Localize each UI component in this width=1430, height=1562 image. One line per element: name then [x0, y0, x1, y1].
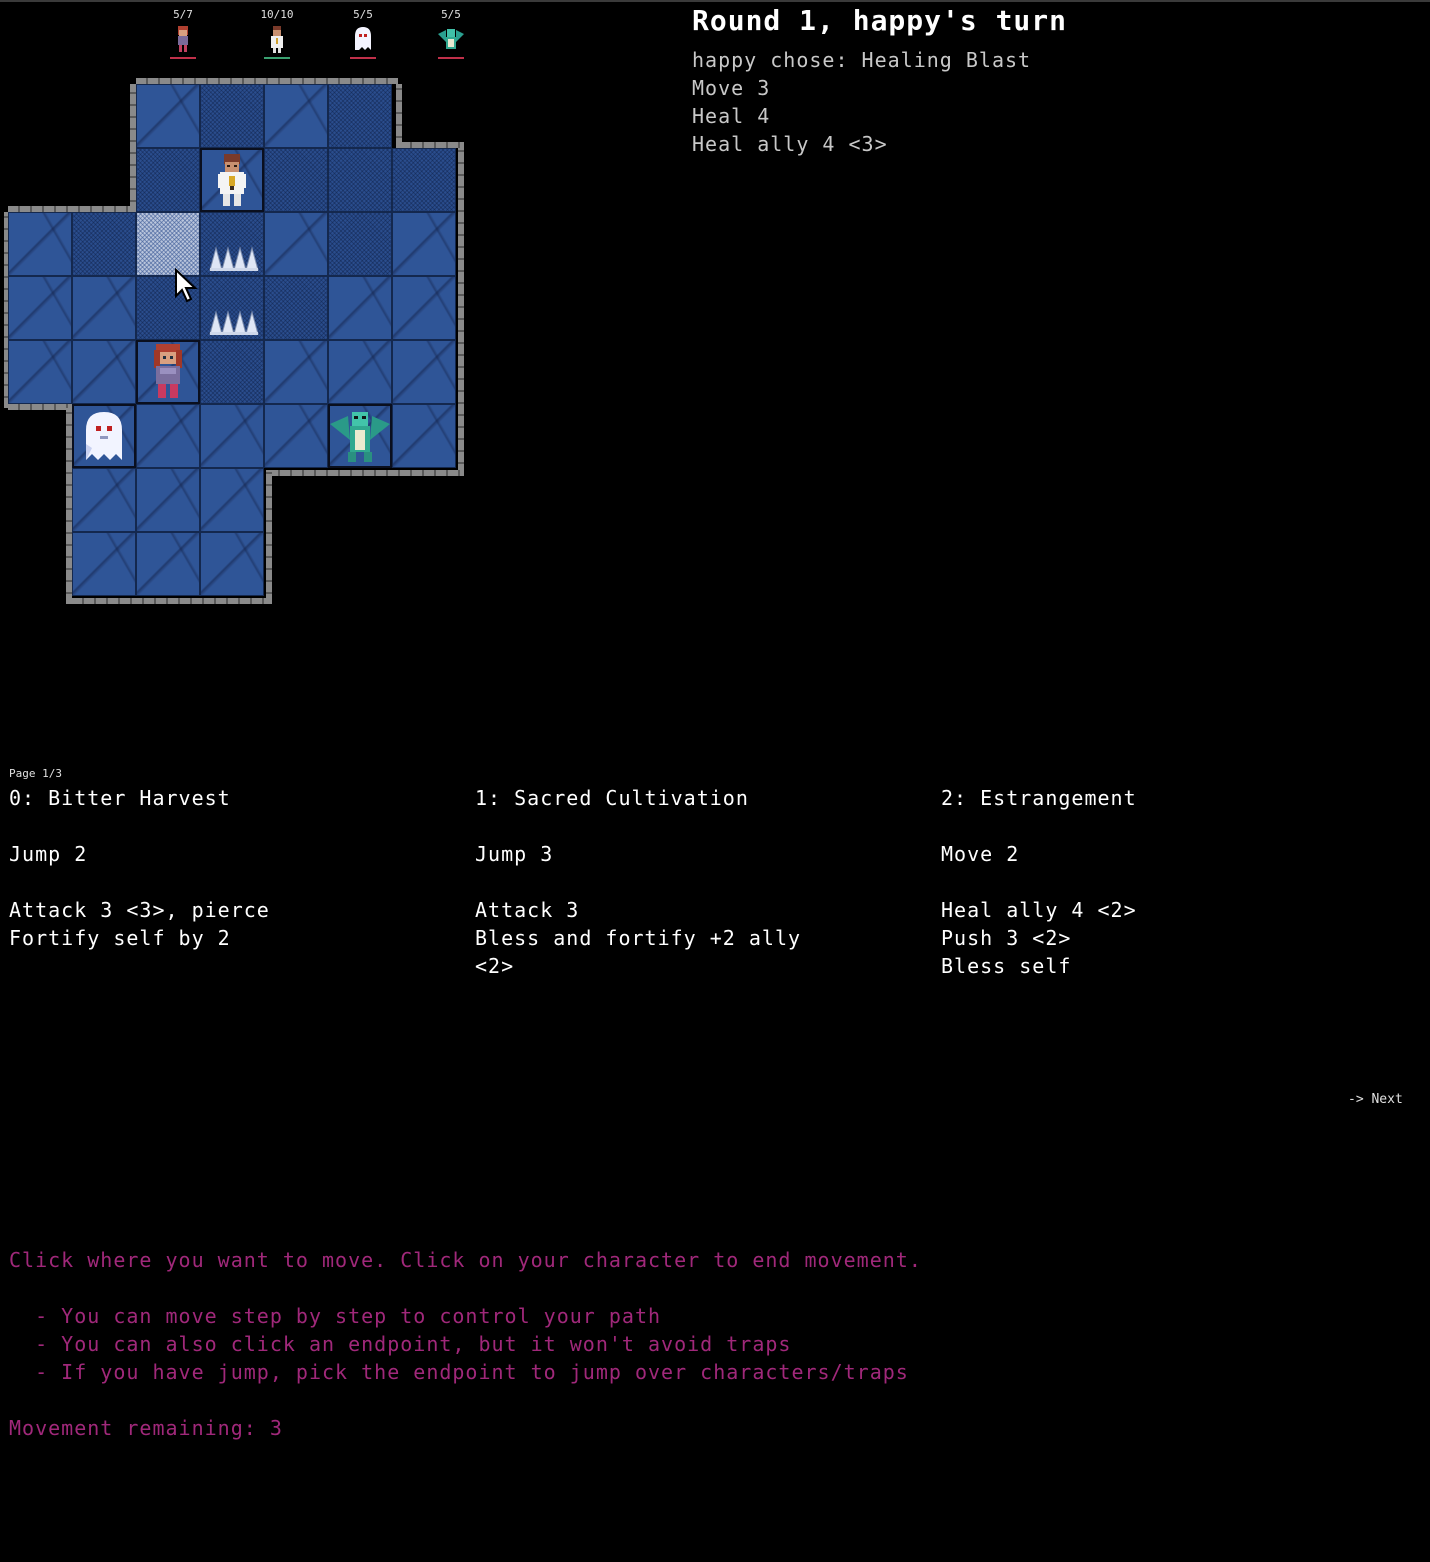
board-tile[interactable]	[264, 148, 328, 212]
selected-tile[interactable]	[136, 212, 200, 276]
card-move: Move 2	[941, 842, 1020, 866]
board-tile[interactable]	[392, 276, 456, 340]
card-action: Attack 3 <3>, pierce	[9, 898, 270, 922]
board-tile[interactable]	[264, 276, 328, 340]
card-action: Attack 3	[475, 898, 580, 922]
board-tile[interactable]	[264, 84, 328, 148]
board-tile[interactable]	[72, 532, 136, 596]
ability-card[interactable]: 0: Bitter Harvest Jump 2 Attack 3 <3>, p…	[9, 784, 449, 952]
card-action: <2>	[475, 954, 515, 978]
wall	[268, 470, 464, 476]
wall	[8, 404, 72, 410]
card-actions: Attack 3 <3>, pierce Fortify self by 2	[9, 896, 449, 952]
spike-trap-icon	[200, 212, 264, 276]
board-tile[interactable]	[264, 212, 328, 276]
board-tile[interactable]	[392, 212, 456, 276]
spike-trap-icon	[200, 276, 264, 340]
board-tile[interactable]	[8, 340, 72, 404]
board-tile[interactable]	[200, 84, 264, 148]
game-board[interactable]	[0, 0, 480, 620]
board-tile[interactable]	[200, 340, 264, 404]
board-tile[interactable]	[328, 340, 392, 404]
ability-card[interactable]: 1: Sacred Cultivation Jump 3 Attack 3 Bl…	[475, 784, 915, 980]
card-action: Push 3 <2>	[941, 926, 1072, 950]
board-tile[interactable]	[200, 532, 264, 596]
instruction-tip: - You can move step by step to control y…	[9, 1304, 662, 1328]
turn-action: Heal ally 4 <3>	[692, 132, 888, 156]
board-tile[interactable]	[8, 276, 72, 340]
card-move: Jump 3	[475, 842, 554, 866]
card-action: Fortify self by 2	[9, 926, 231, 950]
card-action: Bless and fortify +2 ally	[475, 926, 802, 950]
instruction-text: Click where you want to move. Click on y…	[9, 1248, 922, 1272]
turn-action: Heal 4	[692, 104, 771, 128]
mouse-cursor-icon	[174, 267, 200, 304]
board-tile[interactable]	[392, 404, 456, 468]
card-title: 1: Sacred Cultivation	[475, 786, 749, 810]
board-tile[interactable]	[136, 404, 200, 468]
board-tile[interactable]	[72, 276, 136, 340]
turn-title: Round 1, happy's turn	[692, 4, 1068, 37]
ability-card[interactable]: 2: Estrangement Move 2 Heal ally 4 <2> P…	[941, 784, 1381, 980]
white-robed-priest-icon[interactable]	[200, 148, 264, 212]
board-tile[interactable]	[136, 84, 200, 148]
board-tile[interactable]	[72, 212, 136, 276]
wall	[266, 470, 272, 604]
card-action: Bless self	[941, 954, 1072, 978]
board-tile[interactable]	[136, 468, 200, 532]
card-actions: Attack 3 Bless and fortify +2 ally <2>	[475, 896, 915, 980]
card-move: Jump 2	[9, 842, 88, 866]
wall	[72, 598, 270, 604]
page-indicator: Page 1/3	[9, 767, 62, 780]
board-tile[interactable]	[392, 148, 456, 212]
board-tile[interactable]	[136, 532, 200, 596]
card-action: Heal ally 4 <2>	[941, 898, 1137, 922]
board-tile[interactable]	[392, 340, 456, 404]
next-page-button[interactable]: -> Next	[1348, 1092, 1403, 1107]
wall	[458, 148, 464, 474]
instruction-tip: - You can also click an endpoint, but it…	[9, 1332, 792, 1356]
movement-remaining: Movement remaining: 3	[9, 1416, 283, 1440]
turn-action: Move 3	[692, 76, 771, 100]
board-tile[interactable]	[328, 148, 392, 212]
board-tile[interactable]	[72, 468, 136, 532]
board-tile[interactable]	[72, 340, 136, 404]
board-tile[interactable]	[200, 404, 264, 468]
card-actions: Heal ally 4 <2> Push 3 <2> Bless self	[941, 896, 1381, 980]
board-tile[interactable]	[264, 340, 328, 404]
board-tile[interactable]	[8, 212, 72, 276]
red-haired-heroine-icon[interactable]	[136, 340, 200, 404]
board-tile[interactable]	[328, 212, 392, 276]
board-tile[interactable]	[264, 404, 328, 468]
teal-dragon-icon[interactable]	[328, 404, 392, 468]
board-tile[interactable]	[328, 276, 392, 340]
board-tile[interactable]	[328, 84, 392, 148]
instruction-tip: - If you have jump, pick the endpoint to…	[9, 1360, 909, 1384]
board-tile[interactable]	[136, 148, 200, 212]
card-title: 0: Bitter Harvest	[9, 786, 231, 810]
white-ghost-icon[interactable]	[72, 404, 136, 468]
chosen-card: happy chose: Healing Blast	[692, 48, 1032, 72]
wall	[396, 84, 402, 148]
board-tile[interactable]	[200, 468, 264, 532]
card-title: 2: Estrangement	[941, 786, 1137, 810]
